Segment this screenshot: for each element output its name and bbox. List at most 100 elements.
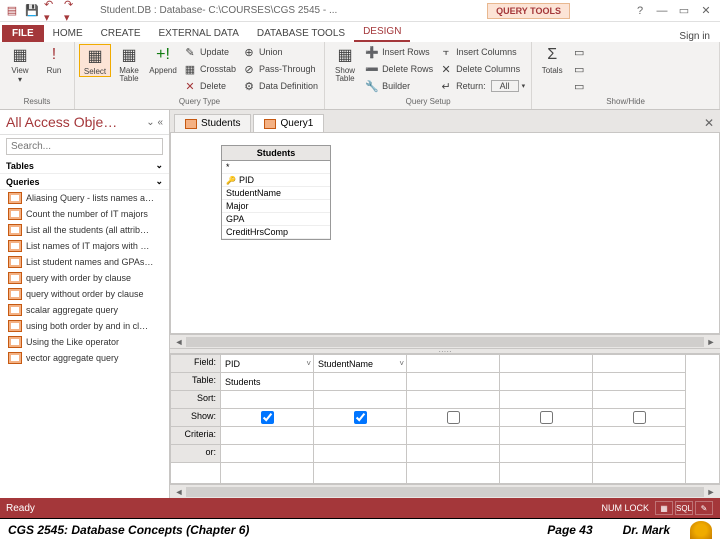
show-checkbox[interactable]	[354, 411, 367, 424]
cell-table[interactable]	[407, 373, 499, 391]
sign-in-link[interactable]: Sign in	[679, 31, 720, 42]
scroll-track[interactable]	[186, 337, 704, 347]
restore-icon[interactable]: ▭	[674, 3, 694, 19]
nav-item[interactable]: Aliasing Query - lists names a…	[0, 190, 169, 206]
cell-sort[interactable]	[314, 391, 406, 409]
cell-or[interactable]	[593, 445, 685, 463]
undo-icon[interactable]: ↶ ▾	[44, 3, 60, 19]
run-button[interactable]: !Run	[38, 44, 70, 75]
scroll-left-icon[interactable]: ◄	[172, 337, 186, 347]
delete-rows-button[interactable]: ➖Delete Rows	[363, 61, 435, 77]
doc-tab-students[interactable]: Students	[174, 114, 251, 132]
cell-field[interactable]	[593, 355, 685, 373]
close-icon[interactable]: ✕	[696, 3, 716, 19]
cell-sort[interactable]	[221, 391, 313, 409]
grid-scrollbar[interactable]: ◄ ►	[170, 484, 720, 498]
nav-item[interactable]: query with order by clause	[0, 270, 169, 286]
cell-sort[interactable]	[593, 391, 685, 409]
delete-query-button[interactable]: ✕Delete	[181, 78, 238, 94]
delete-columns-button[interactable]: ✕Delete Columns	[437, 61, 527, 77]
doc-tab-query1[interactable]: Query1	[253, 114, 324, 132]
show-table-button[interactable]: ▦Show Table	[329, 44, 361, 83]
upper-scrollbar[interactable]: ◄ ►	[170, 334, 720, 348]
close-tab-icon[interactable]: ✕	[698, 114, 720, 132]
nav-item[interactable]: vector aggregate query	[0, 350, 169, 366]
scroll-right-icon[interactable]: ►	[704, 487, 718, 497]
cell-or[interactable]	[314, 445, 406, 463]
table-diagram-pane[interactable]: Students * 🔑PID StudentName Major GPA Cr…	[170, 132, 720, 334]
tab-create[interactable]: CREATE	[92, 25, 150, 42]
update-button[interactable]: ✎Update	[181, 44, 238, 60]
insert-columns-button[interactable]: ⫟Insert Columns	[437, 44, 527, 60]
tab-home[interactable]: HOME	[44, 25, 92, 42]
nav-item[interactable]: List student names and GPAs…	[0, 254, 169, 270]
nav-item[interactable]: Count the number of IT majors	[0, 206, 169, 222]
cell-show[interactable]	[407, 409, 499, 427]
tab-database-tools[interactable]: DATABASE TOOLS	[248, 25, 354, 42]
redo-icon[interactable]: ↷ ▾	[64, 3, 80, 19]
cell-table[interactable]	[593, 373, 685, 391]
cell-or[interactable]	[221, 445, 313, 463]
cell-criteria[interactable]	[500, 427, 592, 445]
view-design-button[interactable]: ✎	[695, 501, 713, 515]
cell-criteria[interactable]	[407, 427, 499, 445]
pane-splitter[interactable]	[170, 348, 720, 354]
scroll-right-icon[interactable]: ►	[704, 337, 718, 347]
help-icon[interactable]: ?	[630, 3, 650, 19]
builder-button[interactable]: 🔧Builder	[363, 78, 435, 94]
cell-table[interactable]	[500, 373, 592, 391]
cell-show[interactable]	[500, 409, 592, 427]
cell-sort[interactable]	[407, 391, 499, 409]
show-checkbox[interactable]	[261, 411, 274, 424]
make-table-button[interactable]: ▦Make Table	[113, 44, 145, 83]
show-checkbox[interactable]	[447, 411, 460, 424]
table-field[interactable]: Major	[222, 200, 330, 213]
tab-external-data[interactable]: EXTERNAL DATA	[150, 25, 248, 42]
nav-section-queries[interactable]: Queries⌄	[0, 174, 169, 190]
scroll-track[interactable]	[186, 487, 704, 497]
cell-criteria[interactable]	[221, 427, 313, 445]
view-button[interactable]: ▦View▾	[4, 44, 36, 84]
table-field[interactable]: StudentName	[222, 187, 330, 200]
nav-item[interactable]: query without order by clause	[0, 286, 169, 302]
show-checkbox[interactable]	[540, 411, 553, 424]
cell-criteria[interactable]	[593, 427, 685, 445]
select-query-button[interactable]: ▦Select	[79, 44, 111, 77]
totals-button[interactable]: ΣTotals	[536, 44, 568, 75]
save-icon[interactable]: 💾	[24, 3, 40, 19]
crosstab-button[interactable]: ▦Crosstab	[181, 61, 238, 77]
tablenames-button[interactable]: ▭	[570, 78, 588, 94]
table-field-star[interactable]: *	[222, 161, 330, 174]
tab-design[interactable]: DESIGN	[354, 23, 410, 42]
cell-field[interactable]: StudentName	[314, 355, 406, 373]
table-field[interactable]: GPA	[222, 213, 330, 226]
nav-item[interactable]: using both order by and in cl…	[0, 318, 169, 334]
cell-table[interactable]	[314, 373, 406, 391]
cell-or[interactable]	[407, 445, 499, 463]
return-dropdown[interactable]: ↵Return:All▾	[437, 78, 527, 94]
cell-field[interactable]	[500, 355, 592, 373]
cell-or[interactable]	[500, 445, 592, 463]
table-field[interactable]: 🔑PID	[222, 174, 330, 187]
cell-show[interactable]	[314, 409, 406, 427]
cell-field[interactable]: PID	[221, 355, 313, 373]
nav-item[interactable]: Using the Like operator	[0, 334, 169, 350]
show-checkbox[interactable]	[633, 411, 646, 424]
minimize-icon[interactable]: —	[652, 3, 672, 19]
scroll-left-icon[interactable]: ◄	[172, 487, 186, 497]
params-button[interactable]: ▭	[570, 44, 588, 60]
cell-sort[interactable]	[500, 391, 592, 409]
cell-show[interactable]	[221, 409, 313, 427]
insert-rows-button[interactable]: ➕Insert Rows	[363, 44, 435, 60]
passthrough-button[interactable]: ⊘Pass-Through	[240, 61, 320, 77]
file-tab[interactable]: FILE	[2, 25, 44, 42]
append-button[interactable]: +!Append	[147, 44, 179, 75]
data-definition-button[interactable]: ⚙Data Definition	[240, 78, 320, 94]
cell-field[interactable]	[407, 355, 499, 373]
propsheet-button[interactable]: ▭	[570, 61, 588, 77]
table-field[interactable]: CreditHrsComp	[222, 226, 330, 239]
cell-table[interactable]: Students	[221, 373, 313, 391]
nav-item[interactable]: List names of IT majors with …	[0, 238, 169, 254]
nav-pane-header[interactable]: All Access Obje… ⌄ «	[0, 110, 169, 135]
nav-section-tables[interactable]: Tables⌄	[0, 158, 169, 174]
